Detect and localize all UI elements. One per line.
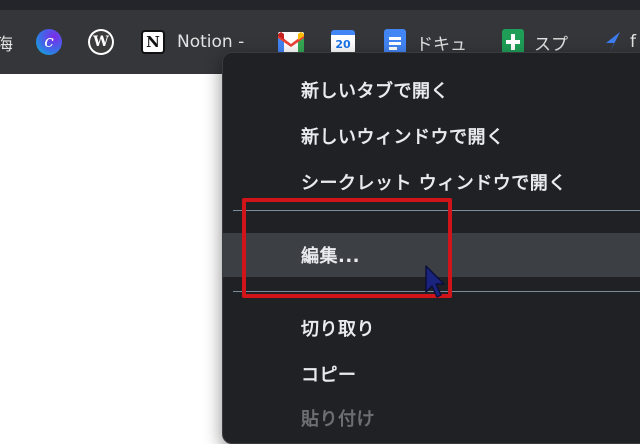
wordpress-icon: W xyxy=(88,29,114,55)
bookmark-partial-left[interactable]: 海 xyxy=(0,10,13,74)
bookmark-notion-label: Notion - xyxy=(177,32,245,52)
google-calendar-icon: 20 xyxy=(331,30,355,54)
menu-item-label: 貼り付け xyxy=(301,409,375,430)
menu-item-open-new-tab[interactable]: 新しいタブで開く xyxy=(223,68,640,112)
menu-item-copy[interactable]: コピー xyxy=(223,352,640,396)
highlight-annotation-box xyxy=(242,198,452,298)
menu-item-label: シークレット ウィンドウで開く xyxy=(301,173,567,194)
bookmark-canva[interactable]: c xyxy=(36,10,62,74)
menu-item-paste: 貼り付け xyxy=(223,396,640,440)
menu-item-open-new-window[interactable]: 新しいウィンドウで開く xyxy=(223,114,640,158)
bookmark-google-sheets-label: スプ xyxy=(534,34,568,55)
menu-item-label: 新しいタブで開く xyxy=(301,81,449,102)
menu-item-label: コピー xyxy=(301,365,357,386)
mouse-cursor-icon xyxy=(425,265,445,298)
notion-icon: N xyxy=(141,30,165,54)
bookmark-partial-left-label: 海 xyxy=(0,34,13,55)
bookmark-google-docs-label: ドキュ xyxy=(416,34,467,55)
blue-arrow-icon xyxy=(606,32,620,52)
bookmark-wordpress[interactable]: W xyxy=(88,10,114,74)
menu-item-label: 新しいウィンドウで開く xyxy=(301,127,505,148)
bookmark-partial-right-label: f xyxy=(630,32,636,52)
menu-item-label: 切り取り xyxy=(301,319,375,340)
canva-icon: c xyxy=(36,29,62,55)
menu-item-cut[interactable]: 切り取り xyxy=(223,306,640,350)
browser-top-strip xyxy=(0,0,640,10)
